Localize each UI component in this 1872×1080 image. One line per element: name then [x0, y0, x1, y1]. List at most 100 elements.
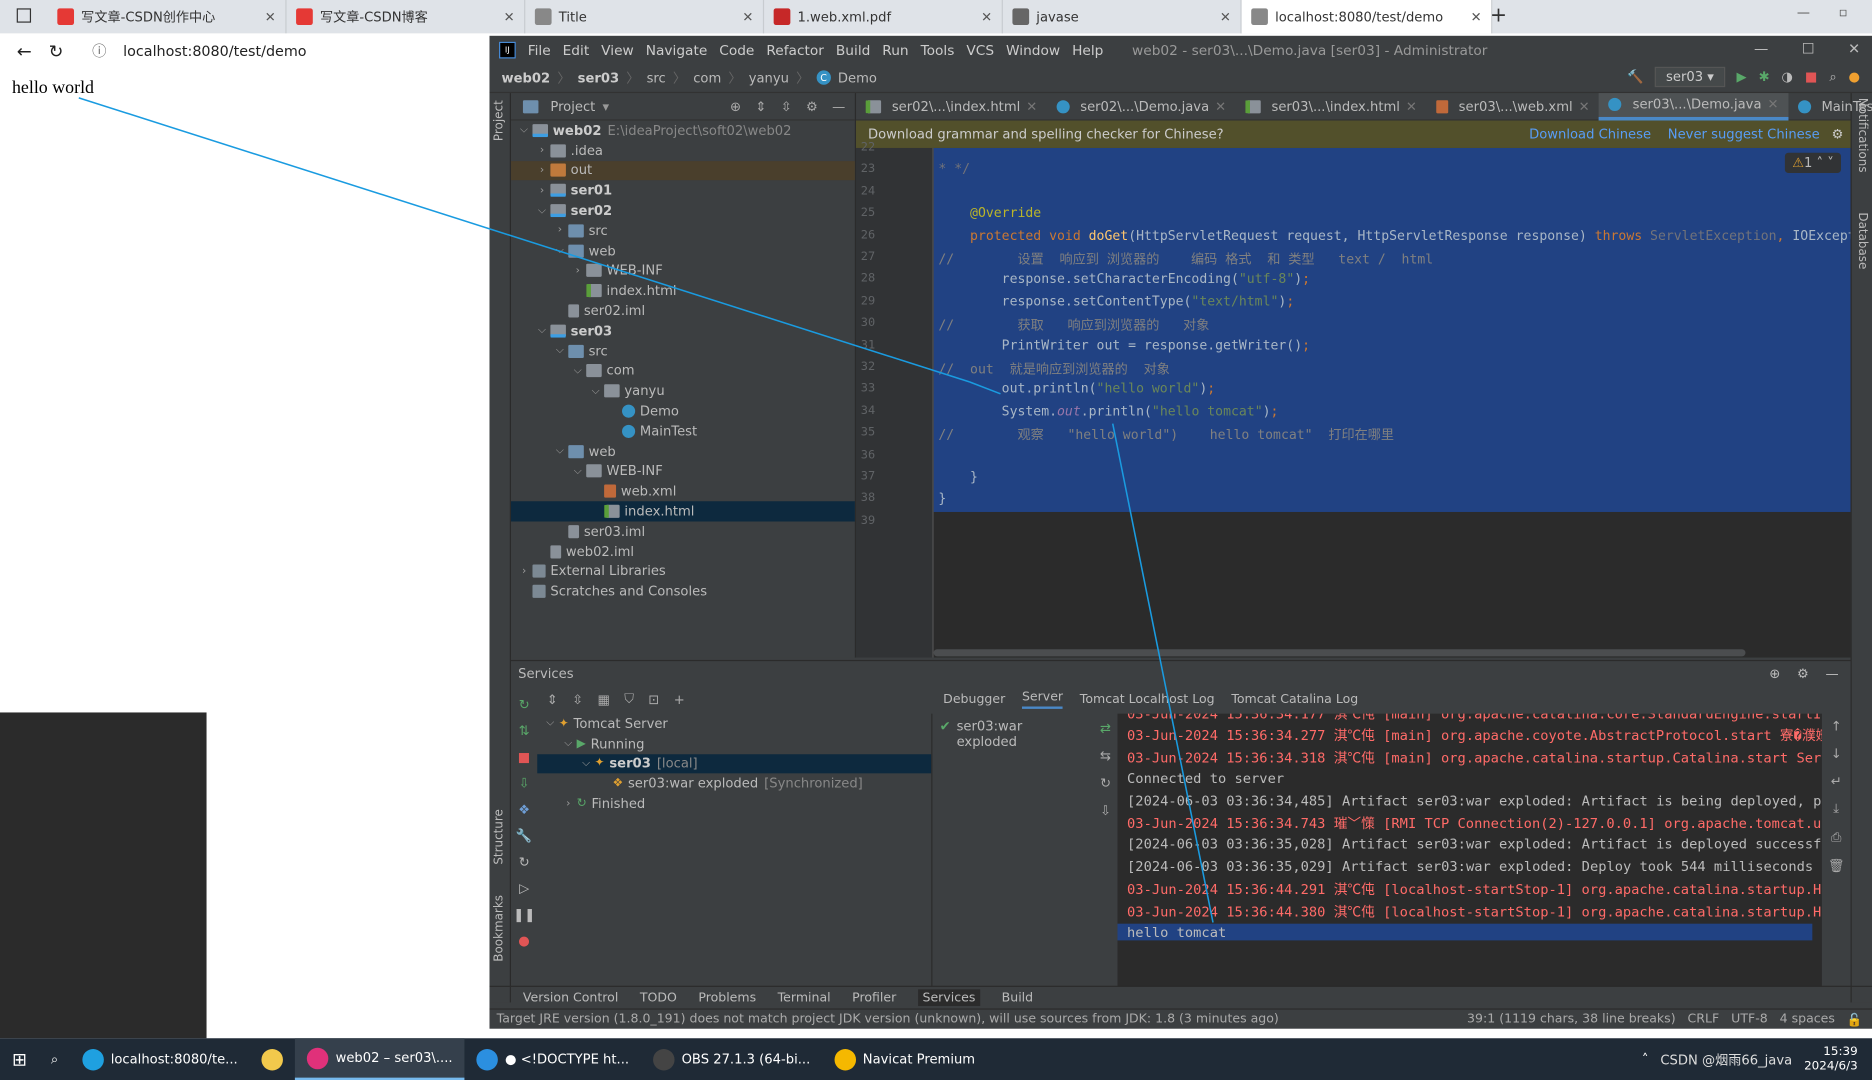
print-icon[interactable]: ⎙	[1831, 829, 1842, 846]
close-tab-icon[interactable]: ✕	[1579, 98, 1590, 114]
deploy-icon[interactable]: ⇄	[1100, 721, 1111, 737]
minimize-icon[interactable]: —	[1797, 5, 1810, 21]
tree-item[interactable]: ⌵ ser03	[511, 321, 855, 341]
editor-tab[interactable]: ser03\...\Demo.java ✕	[1599, 92, 1789, 120]
deployment-item[interactable]: ser03:war exploded	[957, 718, 1087, 749]
bookmarks-tool-button[interactable]: Bookmarks	[493, 895, 506, 962]
tree-item[interactable]: › External Libraries	[511, 562, 855, 582]
taskbar-item[interactable]: localhost:8080/te...	[70, 1038, 250, 1080]
browser-tab[interactable]: Title ✕	[525, 0, 765, 34]
browser-tab[interactable]: 写文章-CSDN博客 ✕	[287, 0, 526, 34]
close-icon[interactable]: ✕	[1848, 41, 1860, 58]
globe-icon[interactable]: ⊕	[1769, 665, 1780, 681]
chevron-right-icon[interactable]: ›	[534, 145, 551, 157]
breadcrumb-item[interactable]: web02	[501, 70, 550, 86]
tool-window-build[interactable]: Build	[1002, 991, 1033, 1005]
tree-item[interactable]: › WEB-INF	[511, 261, 855, 281]
stop-icon[interactable]: ■	[518, 749, 530, 765]
tool-window-profiler[interactable]: Profiler	[852, 991, 896, 1005]
tree-item[interactable]: web.xml	[511, 481, 855, 501]
search-icon[interactable]: ⌕	[39, 1038, 70, 1080]
taskbar-item[interactable]: web02 – ser03\....	[295, 1038, 465, 1080]
chevron-right-icon[interactable]: ›	[516, 566, 533, 578]
services-tab[interactable]: Debugger	[943, 692, 1005, 706]
editor-tab[interactable]: ser03\...\index.html ✕	[1236, 92, 1427, 119]
info-icon[interactable]: ⓘ	[92, 41, 106, 61]
search-icon[interactable]: ⌕	[1829, 69, 1836, 86]
tray-expand-icon[interactable]: ˄	[1642, 1051, 1649, 1067]
inspection-widget[interactable]: ⚠1 ˄ ˅	[1785, 152, 1841, 174]
tree-item[interactable]: ⌵ yanyu	[511, 381, 855, 401]
code-editor[interactable]: ⚠1 ˄ ˅ * * */ @Override protected void do…	[933, 147, 1851, 658]
breadcrumb-item[interactable]: yanyu	[749, 70, 789, 86]
chevron-right-icon[interactable]: ›	[560, 798, 577, 810]
hide-icon[interactable]: —	[1825, 665, 1838, 681]
tool-window-terminal[interactable]: Terminal	[778, 991, 831, 1005]
chevron-down-icon[interactable]: ⌵	[578, 758, 595, 770]
browser-tab[interactable]: localhost:8080/test/demo ✕	[1241, 0, 1493, 34]
chevron-down-icon[interactable]: ⌵	[534, 325, 551, 337]
url-input[interactable]: localhost:8080/test/demo	[123, 42, 306, 59]
close-tab-icon[interactable]: ✕	[1215, 98, 1226, 114]
tree-item[interactable]: index.html	[511, 281, 855, 301]
menu-refactor[interactable]: Refactor	[766, 41, 824, 58]
tree-item[interactable]: ser03.iml	[511, 521, 855, 541]
tool-window-version-control[interactable]: Version Control	[523, 991, 618, 1005]
trash-icon[interactable]: 🗑	[1828, 858, 1845, 874]
chevron-down-icon[interactable]: ⌵	[516, 125, 533, 137]
menu-edit[interactable]: Edit	[563, 41, 590, 58]
database-tool-button[interactable]: Database	[1855, 212, 1868, 269]
close-tab-icon[interactable]: ✕	[1220, 9, 1231, 25]
chevron-down-icon[interactable]: ⌵	[534, 205, 551, 217]
collapse-all-icon[interactable]: ⇳	[572, 692, 583, 708]
tab-actions-icon[interactable]	[16, 8, 32, 23]
menu-navigate[interactable]: Navigate	[646, 41, 708, 58]
update-icon[interactable]: ⇩	[1100, 803, 1111, 819]
status-message[interactable]: Target JRE version (1.8.0_191) does not …	[497, 1012, 1279, 1026]
service-item[interactable]: ⌵ ▶ Running	[537, 734, 931, 754]
tree-item[interactable]: › ser01	[511, 181, 855, 201]
browser-tab[interactable]: 写文章-CSDN创作中心 ✕	[48, 0, 287, 34]
console-output[interactable]: 03-Jun-2024 15:36:34.177 淇℃伅 [main] org.…	[1117, 713, 1822, 987]
chevron-down-icon[interactable]: ⌵	[560, 738, 577, 750]
chevron-right-icon[interactable]: ›	[534, 185, 551, 197]
chevron-down-icon[interactable]: ⌵	[552, 445, 569, 457]
taskbar-item[interactable]: ● <!DOCTYPE ht...	[465, 1038, 641, 1080]
maximize-icon[interactable]: ☐	[1802, 41, 1815, 58]
close-tab-icon[interactable]: ✕	[1471, 9, 1482, 25]
tree-item[interactable]: Demo	[511, 401, 855, 421]
line-separator[interactable]: CRLF	[1688, 1011, 1720, 1027]
run-config-select[interactable]: ser03 ▾	[1655, 66, 1725, 88]
filter-icon[interactable]: ⛉	[624, 691, 634, 708]
locate-icon[interactable]: ⊕	[730, 98, 741, 114]
chevron-down-icon[interactable]: ⌵	[569, 465, 586, 477]
refresh-icon[interactable]: ↻	[1100, 776, 1111, 792]
tool-window-problems[interactable]: Problems	[698, 991, 756, 1005]
restore-icon[interactable]: ▫	[1839, 5, 1848, 21]
project-tool-button[interactable]: Project	[493, 100, 506, 141]
group-icon[interactable]: ▦	[597, 692, 609, 708]
tree-item[interactable]: index.html	[510, 501, 855, 522]
breakpoint-icon[interactable]: ●	[518, 933, 529, 949]
collapse-all-icon[interactable]: ⇳	[781, 98, 792, 114]
close-tab-icon[interactable]: ✕	[1406, 98, 1417, 114]
close-tab-icon[interactable]: ✕	[504, 9, 515, 25]
expand-all-icon[interactable]: ⇕	[755, 98, 766, 114]
menu-vcs[interactable]: VCS	[966, 41, 994, 58]
editor-tab[interactable]: MainTest.java✕	[1788, 92, 1872, 119]
menu-help[interactable]: Help	[1072, 41, 1103, 58]
gear-icon[interactable]: ⚙	[1832, 127, 1844, 143]
reload-icon[interactable]: ↻	[48, 40, 63, 61]
service-item[interactable]: ⌵ ✦ Tomcat Server	[537, 714, 931, 734]
tool-window-todo[interactable]: TODO	[640, 991, 677, 1005]
lock-icon[interactable]: 🔓	[1847, 1011, 1863, 1027]
new-tab-icon[interactable]: ⊡	[648, 692, 659, 708]
tree-item[interactable]: ser02.iml	[511, 301, 855, 321]
horizontal-scrollbar[interactable]	[933, 649, 1746, 657]
close-tab-icon[interactable]: ✕	[1026, 98, 1037, 114]
browser-tab[interactable]: 1.web.xml.pdf ✕	[764, 0, 1003, 34]
download-chinese-link[interactable]: Download Chinese	[1529, 127, 1651, 143]
menu-view[interactable]: View	[601, 41, 634, 58]
close-tab-icon[interactable]: ✕	[742, 9, 753, 25]
clock[interactable]: 15:39 2024/6/3	[1804, 1045, 1858, 1074]
